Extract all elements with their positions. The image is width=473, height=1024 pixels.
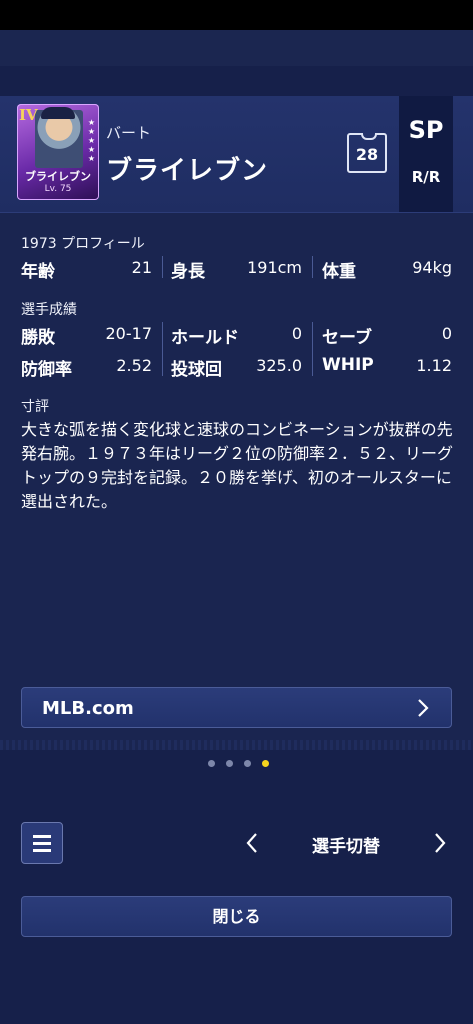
chevron-right-icon [418,699,429,717]
whip-label: WHIP [322,355,374,375]
menu-icon-line [33,842,51,845]
player-detail-screen: IV ★ ★ ★ ★ ★ ブライレブン Lv. 75 バート ブライレブン 28 SP … [0,0,473,1024]
divider [312,256,313,278]
chevron-left-icon[interactable] [245,831,259,855]
save-label: セーブ [322,328,372,348]
uniform-icon: 28 [347,133,387,173]
weight-label: 体重 [322,262,356,282]
age-label: 年齢 [21,262,55,282]
uniform-collar [361,133,377,140]
position-box: SP R/R [399,96,453,212]
page-dot [244,760,251,767]
era-label: 防御率 [21,360,72,380]
bottom-panel [0,750,473,1024]
player-card[interactable]: IV ★ ★ ★ ★ ★ ブライレブン Lv. 75 [17,104,99,200]
page-dot [208,760,215,767]
record-heading: 選手成績 [21,302,77,318]
bats-throws: R/R [411,168,441,186]
divider-pattern [0,740,473,750]
whip-value: 1.12 [416,356,452,375]
player-last-name: ブライレブン [106,156,269,186]
age-value: 21 [131,258,152,277]
divider [312,322,313,376]
innings-label: 投球回 [171,360,222,380]
height-value: 191cm [247,258,302,277]
chevron-right-icon[interactable] [433,831,447,855]
review-heading: 寸評 [21,399,49,415]
win-loss-value: 20-17 [105,324,153,343]
card-level: Lv. 75 [44,184,72,194]
profile-heading: 1973 プロフィール [21,236,145,252]
close-button[interactable]: 閉じる [21,896,452,937]
uniform-number: 28 [355,145,379,164]
review-text: 大きな弧を描く変化球と速球のコンビネーションが抜群の先発右腕。１９７３年はリーグ… [21,420,454,511]
hold-value: 0 [291,324,302,343]
weight-value: 94kg [412,258,452,277]
star-icons: ★ ★ ★ ★ ★ [87,118,95,163]
player-cap [41,107,75,119]
menu-button[interactable] [21,822,63,864]
player-switch-label: 選手切替 [312,837,380,857]
menu-icon [33,835,51,838]
save-value: 0 [441,324,452,343]
card-rank: IV [19,106,38,124]
card-name: ブライレブン [25,170,91,183]
page-dot-active [262,760,269,767]
top-band-secondary [0,66,473,96]
mlb-link-button[interactable]: MLB.com [21,687,452,728]
win-loss-label: 勝敗 [21,328,55,348]
position: SP [408,116,444,144]
height-label: 身長 [171,262,205,282]
player-first-name: バート [106,124,152,142]
innings-value: 325.0 [256,356,302,375]
top-band [0,30,473,66]
menu-icon-line [33,849,51,852]
hold-label: ホールド [171,328,239,348]
divider [162,256,163,278]
page-dot [226,760,233,767]
divider [162,322,163,376]
era-value: 2.52 [116,356,152,375]
mlb-link-label: MLB.com [42,698,134,719]
status-bar [0,0,473,30]
